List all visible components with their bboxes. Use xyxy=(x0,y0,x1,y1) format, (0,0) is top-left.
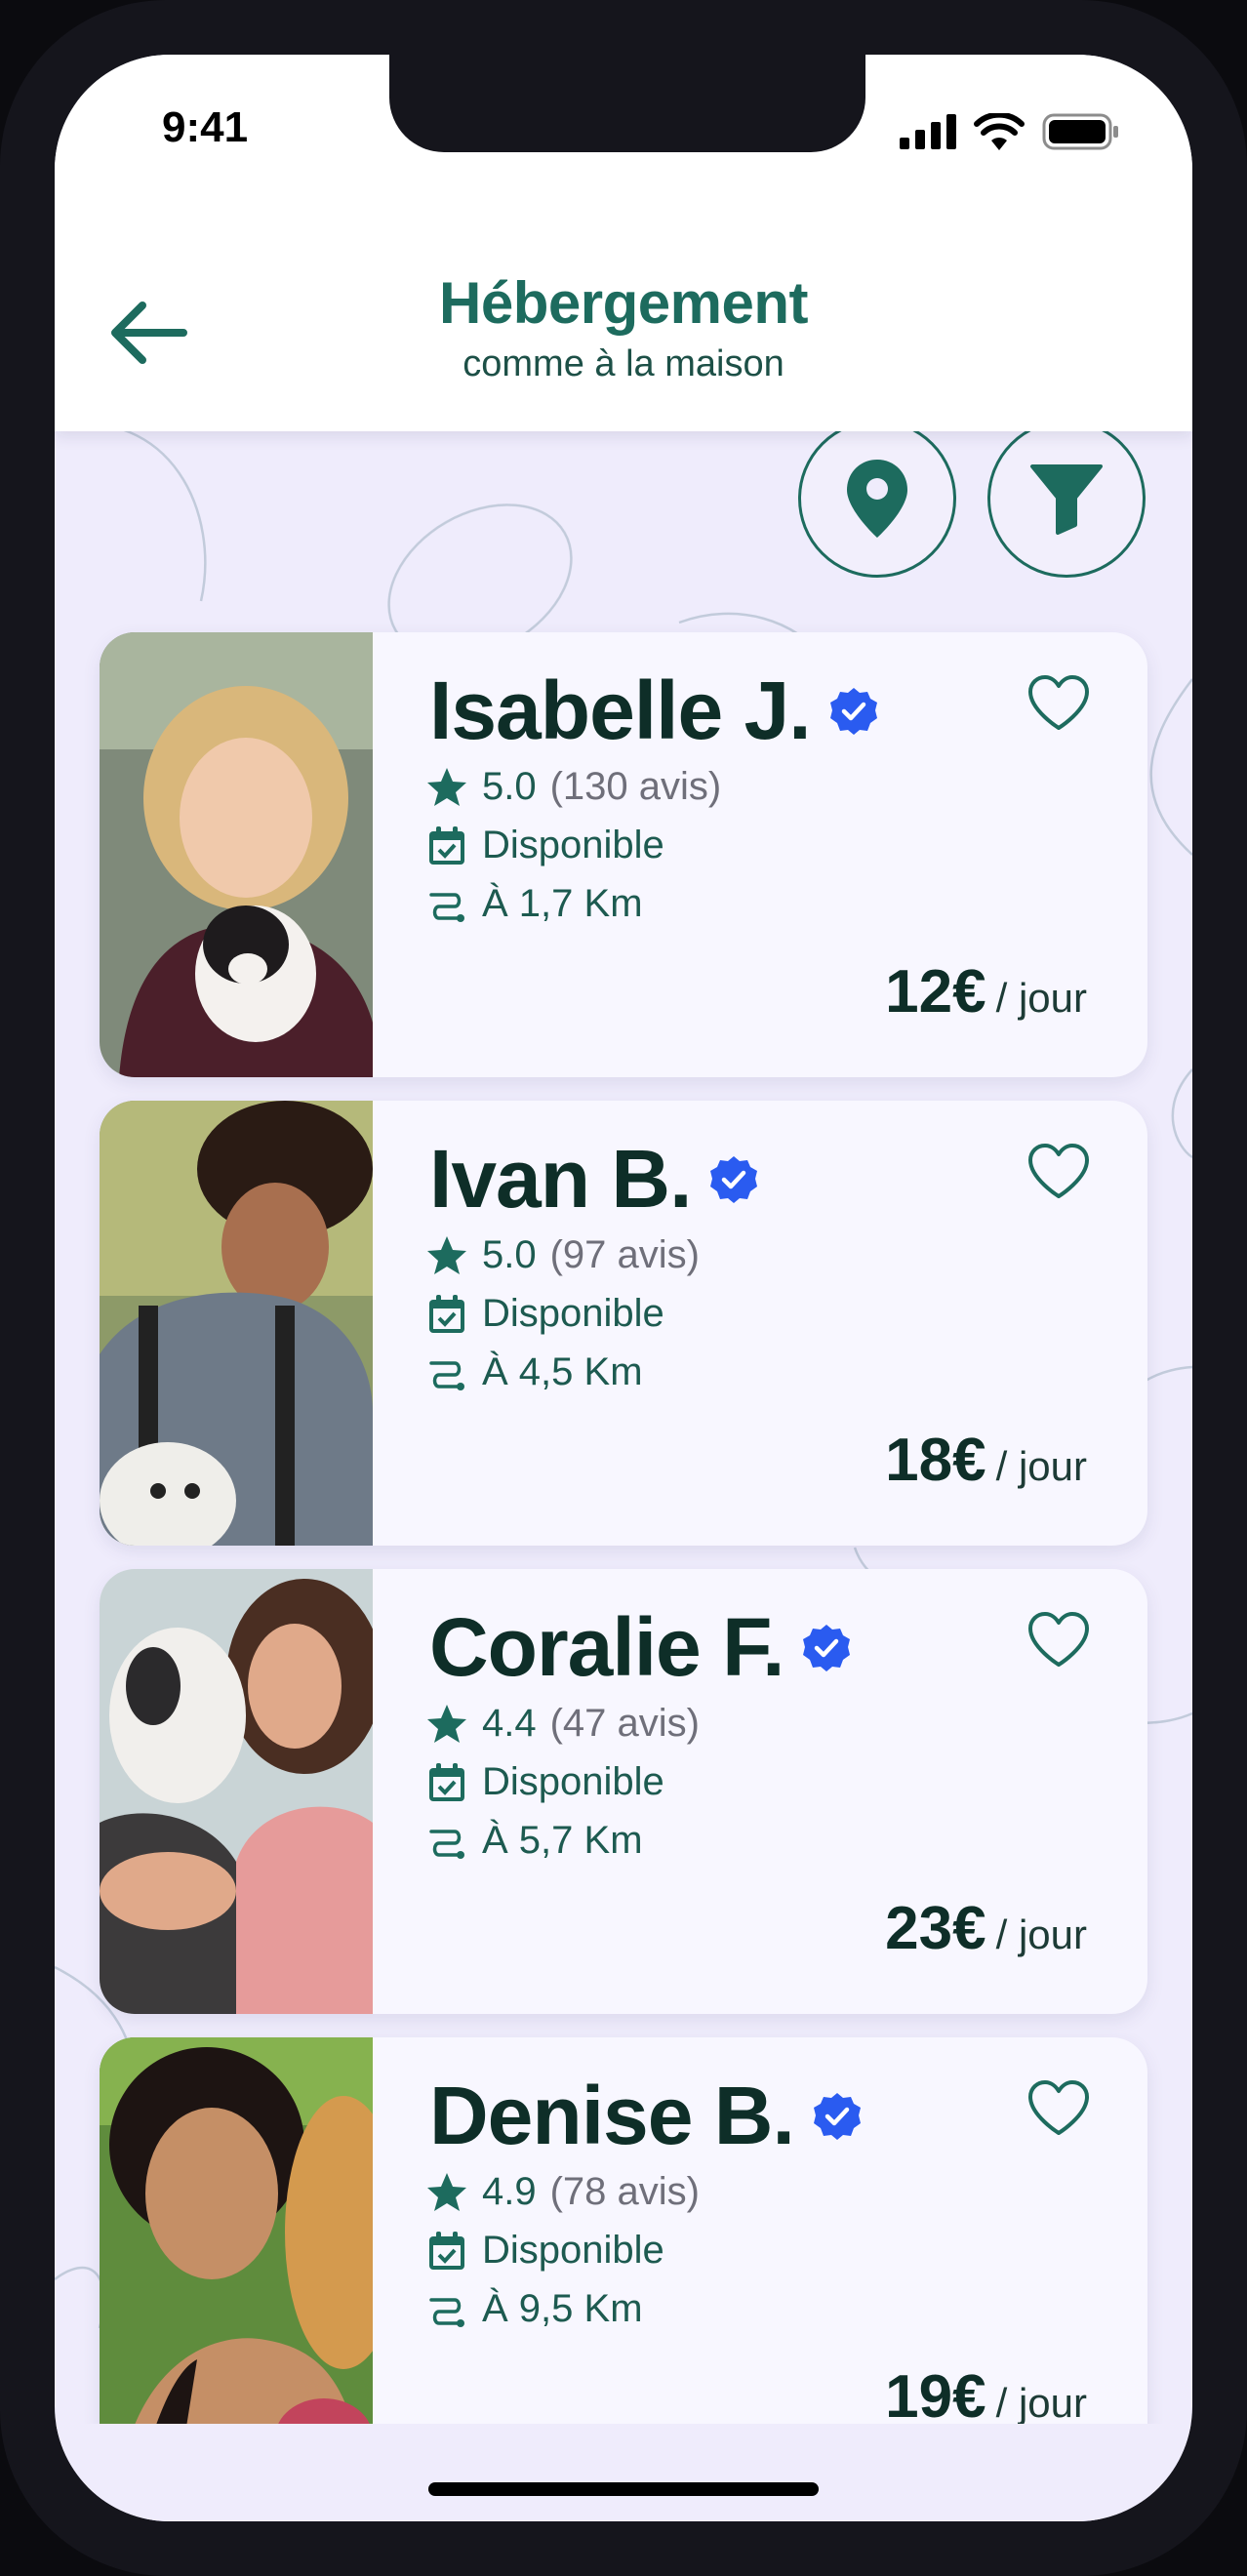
sitter-photo xyxy=(100,2037,373,2482)
sitter-card[interactable]: Isabelle J. 5.0 (130 avis) Disponible À … xyxy=(100,632,1147,1077)
price: 12€ / jour xyxy=(885,957,1087,1026)
sitter-photo xyxy=(100,632,373,1077)
availability-row: Disponible xyxy=(425,1292,664,1336)
distance-row: À 4,5 Km xyxy=(425,1350,643,1394)
rating-value: 5.0 xyxy=(482,1233,537,1276)
distance-row: À 9,5 Km xyxy=(425,2287,643,2331)
verified-badge-icon xyxy=(829,687,877,735)
rating-row: 5.0 (97 avis) xyxy=(425,1233,700,1277)
review-count: (78 avis) xyxy=(549,2170,700,2213)
availability-status: Disponible xyxy=(482,1760,664,1803)
availability-status: Disponible xyxy=(482,824,664,866)
route-icon xyxy=(429,1829,464,1859)
sitter-card[interactable]: Coralie F. 4.4 (47 avis) Disponible À 5,… xyxy=(100,1569,1147,2014)
sitter-photo xyxy=(100,1569,373,2014)
distance-value: À 5,7 Km xyxy=(482,1819,643,1862)
availability-status: Disponible xyxy=(482,1292,664,1335)
home-indicator[interactable] xyxy=(428,2482,819,2496)
star-icon xyxy=(427,1704,466,1743)
price-amount: 18€ xyxy=(885,1427,986,1494)
sitter-photo xyxy=(100,1101,373,1546)
availability-status: Disponible xyxy=(482,2229,664,2272)
calendar-check-icon xyxy=(429,825,464,865)
battery-icon xyxy=(1042,113,1118,150)
star-icon xyxy=(427,767,466,806)
price-unit: / jour xyxy=(995,2380,1087,2426)
signal-icon xyxy=(900,114,956,149)
page-title: Hébergement xyxy=(439,270,808,336)
filter-button[interactable] xyxy=(987,420,1146,578)
sitter-card[interactable]: Denise B. 4.9 (78 avis) Disponible À 9,5… xyxy=(100,2037,1147,2482)
app-header: Hébergement comme à la maison xyxy=(55,201,1192,431)
map-pin-icon xyxy=(847,460,907,538)
availability-row: Disponible xyxy=(425,1760,664,1804)
wifi-icon xyxy=(974,113,1025,150)
route-icon xyxy=(429,2297,464,2327)
rating-value: 5.0 xyxy=(482,765,537,808)
price-amount: 23€ xyxy=(885,1895,986,1962)
notch xyxy=(389,55,865,152)
rating-row: 4.9 (78 avis) xyxy=(425,2170,700,2214)
price-unit: / jour xyxy=(995,1443,1087,1489)
bottom-safe-area xyxy=(55,2424,1192,2521)
star-icon xyxy=(427,2172,466,2211)
sitter-name: Denise B. xyxy=(429,2069,863,2163)
heart-icon[interactable] xyxy=(1026,1142,1091,1200)
distance-value: À 9,5 Km xyxy=(482,2287,643,2330)
sitter-card[interactable]: Ivan B. 5.0 (97 avis) Disponible À 4,5 K… xyxy=(100,1101,1147,1546)
page-subtitle: comme à la maison xyxy=(463,343,784,384)
review-count: (47 avis) xyxy=(549,1702,700,1745)
app-screen: 9:41 Hébergement comme à la maison Isabe… xyxy=(55,55,1192,2521)
price-amount: 12€ xyxy=(885,958,986,1026)
sitter-name: Coralie F. xyxy=(429,1600,852,1695)
calendar-check-icon xyxy=(429,1294,464,1333)
review-count: (130 avis) xyxy=(549,765,722,808)
price-unit: / jour xyxy=(995,1912,1087,1957)
route-icon xyxy=(429,892,464,922)
verified-badge-icon xyxy=(803,1624,851,1671)
heart-icon[interactable] xyxy=(1026,2078,1091,2137)
rating-value: 4.9 xyxy=(482,2170,537,2213)
availability-row: Disponible xyxy=(425,2229,664,2273)
verified-badge-icon xyxy=(813,2092,861,2140)
status-time: 9:41 xyxy=(162,103,249,151)
sitter-name: Isabelle J. xyxy=(429,664,879,758)
price-amount: 19€ xyxy=(885,2363,986,2431)
rating-row: 5.0 (130 avis) xyxy=(425,765,721,809)
calendar-check-icon xyxy=(429,2231,464,2270)
distance-row: À 1,7 Km xyxy=(425,882,643,926)
filter-icon xyxy=(1030,464,1103,535)
price: 19€ / jour xyxy=(885,2362,1087,2432)
heart-icon[interactable] xyxy=(1026,673,1091,732)
location-button[interactable] xyxy=(798,420,956,578)
phone-frame: 9:41 Hébergement comme à la maison Isabe… xyxy=(0,0,1247,2576)
heart-icon[interactable] xyxy=(1026,1610,1091,1669)
verified-badge-icon xyxy=(710,1155,758,1203)
price: 23€ / jour xyxy=(885,1894,1087,1963)
review-count: (97 avis) xyxy=(549,1233,700,1276)
price-unit: / jour xyxy=(995,975,1087,1021)
calendar-check-icon xyxy=(429,1762,464,1801)
distance-row: À 5,7 Km xyxy=(425,1819,643,1863)
route-icon xyxy=(429,1360,464,1390)
price: 18€ / jour xyxy=(885,1426,1087,1495)
rating-row: 4.4 (47 avis) xyxy=(425,1702,700,1746)
star-icon xyxy=(427,1235,466,1274)
distance-value: À 1,7 Km xyxy=(482,882,643,925)
rating-value: 4.4 xyxy=(482,1702,537,1745)
sitter-name: Ivan B. xyxy=(429,1132,759,1227)
distance-value: À 4,5 Km xyxy=(482,1350,643,1393)
availability-row: Disponible xyxy=(425,824,664,867)
status-icons xyxy=(900,113,1120,150)
